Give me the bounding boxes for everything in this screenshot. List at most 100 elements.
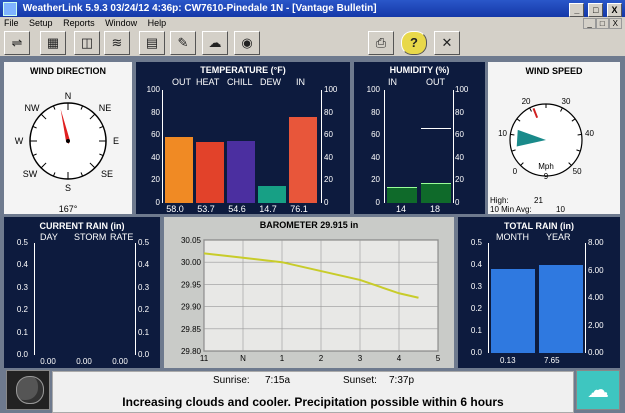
temperature-axis-left-tick: 20	[151, 175, 160, 185]
rain-day-value: 0.00	[40, 357, 56, 366]
humidity-value: 18	[429, 204, 440, 214]
compass-se: SE	[101, 169, 113, 179]
rain-axis-right-tick: 0.2	[138, 305, 150, 315]
strip-chart-icon[interactable]: ≋	[104, 31, 130, 55]
weather-icon[interactable]: ☁	[202, 31, 228, 55]
sun-forecast-bar: Sunrise: 7:15a Sunset: 7:37p Increasing …	[52, 371, 574, 413]
connect-icon[interactable]: ⇌	[4, 31, 30, 55]
station-icon[interactable]: ▦	[40, 31, 66, 55]
wind-speed-tick-label: 0	[513, 167, 518, 176]
mdi-minimize-button[interactable]: _	[583, 18, 596, 29]
total-rain-axis-right-tick: 8.00	[588, 238, 604, 247]
wind-avg-value: 10	[556, 205, 565, 214]
rain-axis-right-tick: 0.3	[138, 282, 150, 292]
menu-setup[interactable]: Setup	[25, 17, 57, 29]
rain-axis-left-tick: 0.1	[16, 327, 28, 337]
rain-axis-right-tick: 0.4	[138, 260, 150, 270]
humidity-panel: HUMIDITY (%) IN OUT 100 80 60 40 20 0 100 80 60 4…	[354, 62, 485, 214]
close-icon[interactable]: ✕	[434, 31, 460, 55]
wind-speed-unit: Mph	[538, 162, 554, 171]
maximize-button[interactable]: □	[588, 3, 604, 17]
mdi-close-button[interactable]: X	[608, 18, 622, 29]
total-rain-axis-right-tick: 4.00	[588, 293, 604, 302]
barometer-y-tick: 29.80	[181, 347, 202, 356]
temp-col-out: OUT	[172, 77, 191, 87]
temperature-panel: TEMPERATURE (°F) OUT HEAT CHILL DEW IN 1…	[136, 62, 350, 214]
humidity-axis-right-tick: 60	[455, 130, 464, 140]
close-window-button[interactable]: X	[607, 3, 622, 17]
mdi-restore-button[interactable]: □	[595, 18, 609, 29]
rain-axis-left-tick: 0.0	[16, 350, 28, 359]
barometer-x-tick: 4	[397, 354, 402, 363]
current-rain-bar-area	[34, 243, 136, 355]
print-icon[interactable]: ⎙	[368, 31, 394, 55]
menu-help[interactable]: Help	[144, 17, 171, 29]
temperature-bar	[227, 141, 255, 203]
rain-axis-right-tick: 0.5	[138, 238, 150, 247]
temperature-value: 54.6	[228, 204, 246, 214]
noaa-icon[interactable]: ◉	[234, 31, 260, 55]
app-logo-icon	[3, 2, 17, 16]
wind-speed-tick-label: 10	[498, 129, 507, 138]
compass-nw: NW	[25, 103, 40, 113]
temperature-axis-right-tick: 100	[324, 85, 338, 94]
total-rain-year-bar	[539, 265, 583, 353]
humidity-high-marker	[421, 128, 451, 130]
barometer-y-tick: 29.90	[181, 303, 202, 312]
barometer-y-tick: 30.05	[181, 236, 202, 245]
menu-window[interactable]: Window	[101, 17, 141, 29]
barometer-x-tick: 1	[280, 354, 285, 363]
temperature-axis-left-tick: 40	[151, 152, 160, 162]
total-rain-axis-left-tick: 0.1	[470, 326, 482, 335]
notepad-icon[interactable]: ✎	[170, 31, 196, 55]
help-icon[interactable]: ?	[401, 31, 427, 55]
menu-file[interactable]: File	[0, 17, 23, 29]
total-rain-axis-right-tick: 6.00	[588, 265, 604, 275]
wind-high-value: 21	[534, 196, 543, 205]
bulletin-icon[interactable]: ◫	[74, 31, 100, 55]
compass-ne: NE	[99, 103, 112, 113]
moon-phase-panel	[6, 370, 50, 410]
menu-reports[interactable]: Reports	[59, 17, 99, 29]
humidity-axis-right-tick: 20	[455, 175, 464, 185]
humidity-col-in: IN	[388, 77, 397, 87]
compass-s: S	[65, 183, 71, 193]
total-rain-month-value: 0.13	[500, 356, 516, 365]
title-bar: WeatherLink 5.9.3 03/24/12 4:36p: CW7610…	[0, 0, 625, 17]
wind-speed-tick-label: 50	[573, 167, 582, 176]
total-rain-axis-right-tick: 0.00	[588, 348, 604, 357]
barometer-panel: BAROMETER 29.915 in 30.05 30.00 29.95 29.90…	[164, 217, 454, 368]
window-title: WeatherLink 5.9.3 03/24/12 4:36p: CW7610…	[22, 3, 377, 14]
total-rain-axis-left-tick: 0.5	[470, 238, 482, 247]
temperature-axis-left-tick: 60	[151, 130, 160, 140]
total-rain-axis-right-tick: 2.00	[588, 320, 604, 330]
menu-bar: File Setup Reports Window Help _ □ X	[0, 17, 625, 29]
rain-col-storm: STORM	[74, 232, 107, 242]
temperature-value: 53.7	[197, 204, 215, 214]
temperature-bar	[165, 137, 193, 203]
compass-e: E	[113, 136, 119, 146]
barometer-x-tick: 11	[200, 354, 209, 363]
sunrise-label: Sunrise:	[213, 375, 250, 386]
mdi-controls: _ □ X	[583, 17, 622, 29]
wind-direction-panel: WIND DIRECTION N NE E SE S SW W NW 167°	[4, 62, 132, 214]
toolbar: ⇌ ▦ ◫ ≋ ▤ ✎ ☁ ◉ ⎙ ? ✕	[0, 29, 625, 56]
total-rain-axis-left-tick: 0.4	[470, 260, 482, 269]
temperature-value: 76.1	[290, 204, 308, 214]
total-rain-axis-left-tick: 0.2	[470, 304, 482, 313]
rain-axis-left-tick: 0.5	[16, 238, 28, 247]
current-rain-title: CURRENT RAIN (in)	[39, 221, 125, 231]
humidity-bar-area	[384, 90, 454, 203]
barometer-x-tick: N	[240, 354, 246, 363]
minimize-button[interactable]: _	[569, 3, 585, 17]
total-rain-year-value: 7.65	[544, 356, 560, 365]
humidity-axis-left-tick: 80	[371, 107, 380, 117]
total-rain-month-bar	[491, 269, 535, 353]
humidity-axis-left-tick: 20	[371, 175, 380, 185]
summary-icon[interactable]: ▤	[139, 31, 165, 55]
compass-sw: SW	[23, 169, 38, 179]
barometer-chart: 30.05 30.00 29.95 29.90 29.85 29.80 11 N 1 2 3 4 5	[181, 236, 441, 363]
temperature-axis-right-tick: 80	[324, 107, 333, 117]
temp-col-in: IN	[296, 77, 305, 87]
humidity-bar	[421, 182, 451, 203]
